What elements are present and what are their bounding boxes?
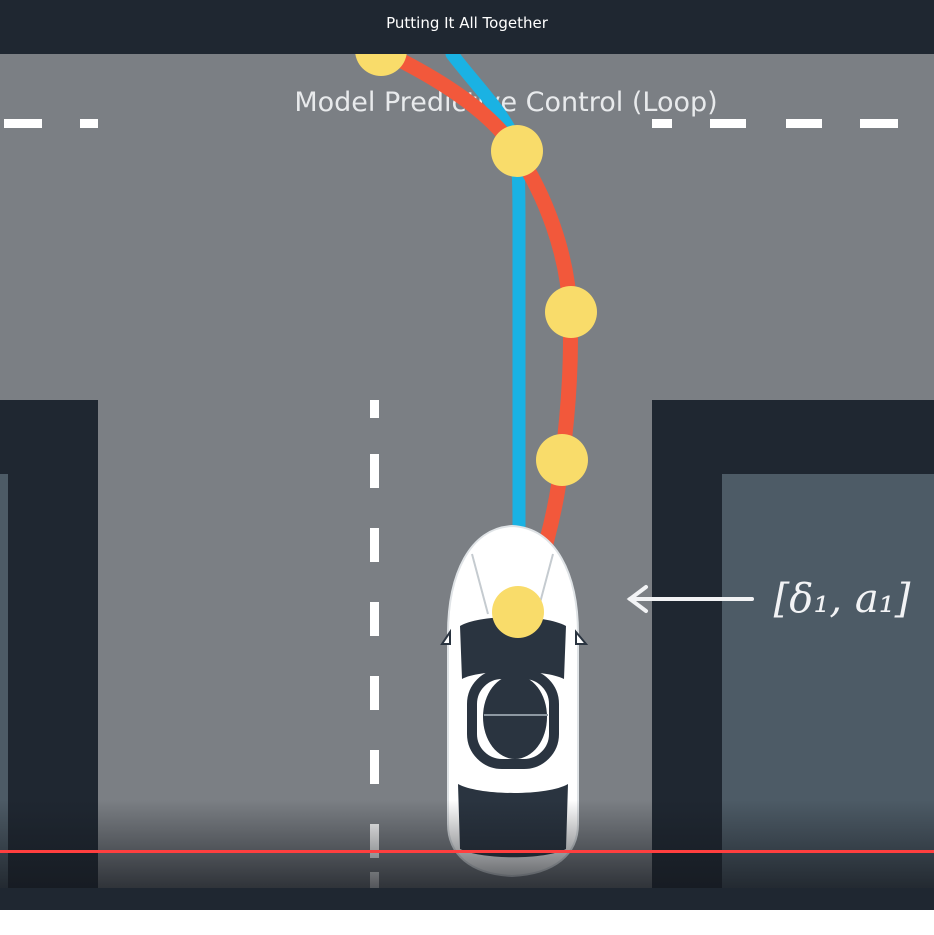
mpc-scene: Model Predictive Control (Loop) [δ₁, a₁] xyxy=(0,54,934,890)
video-controls xyxy=(0,888,934,910)
video-progress-bar[interactable] xyxy=(0,850,934,853)
waypoint xyxy=(545,286,597,338)
video-title: Putting It All Together xyxy=(386,14,548,32)
right-building xyxy=(652,400,934,890)
video-title-bar: Putting It All Together xyxy=(0,0,934,54)
waypoint xyxy=(536,434,588,486)
actuator-label: [δ₁, a₁] xyxy=(774,576,911,622)
car-icon xyxy=(440,524,589,878)
video-player[interactable]: Putting It All Together Model Predictive… xyxy=(0,0,934,910)
left-building xyxy=(0,400,98,890)
waypoint xyxy=(492,586,544,638)
waypoint xyxy=(491,125,543,177)
